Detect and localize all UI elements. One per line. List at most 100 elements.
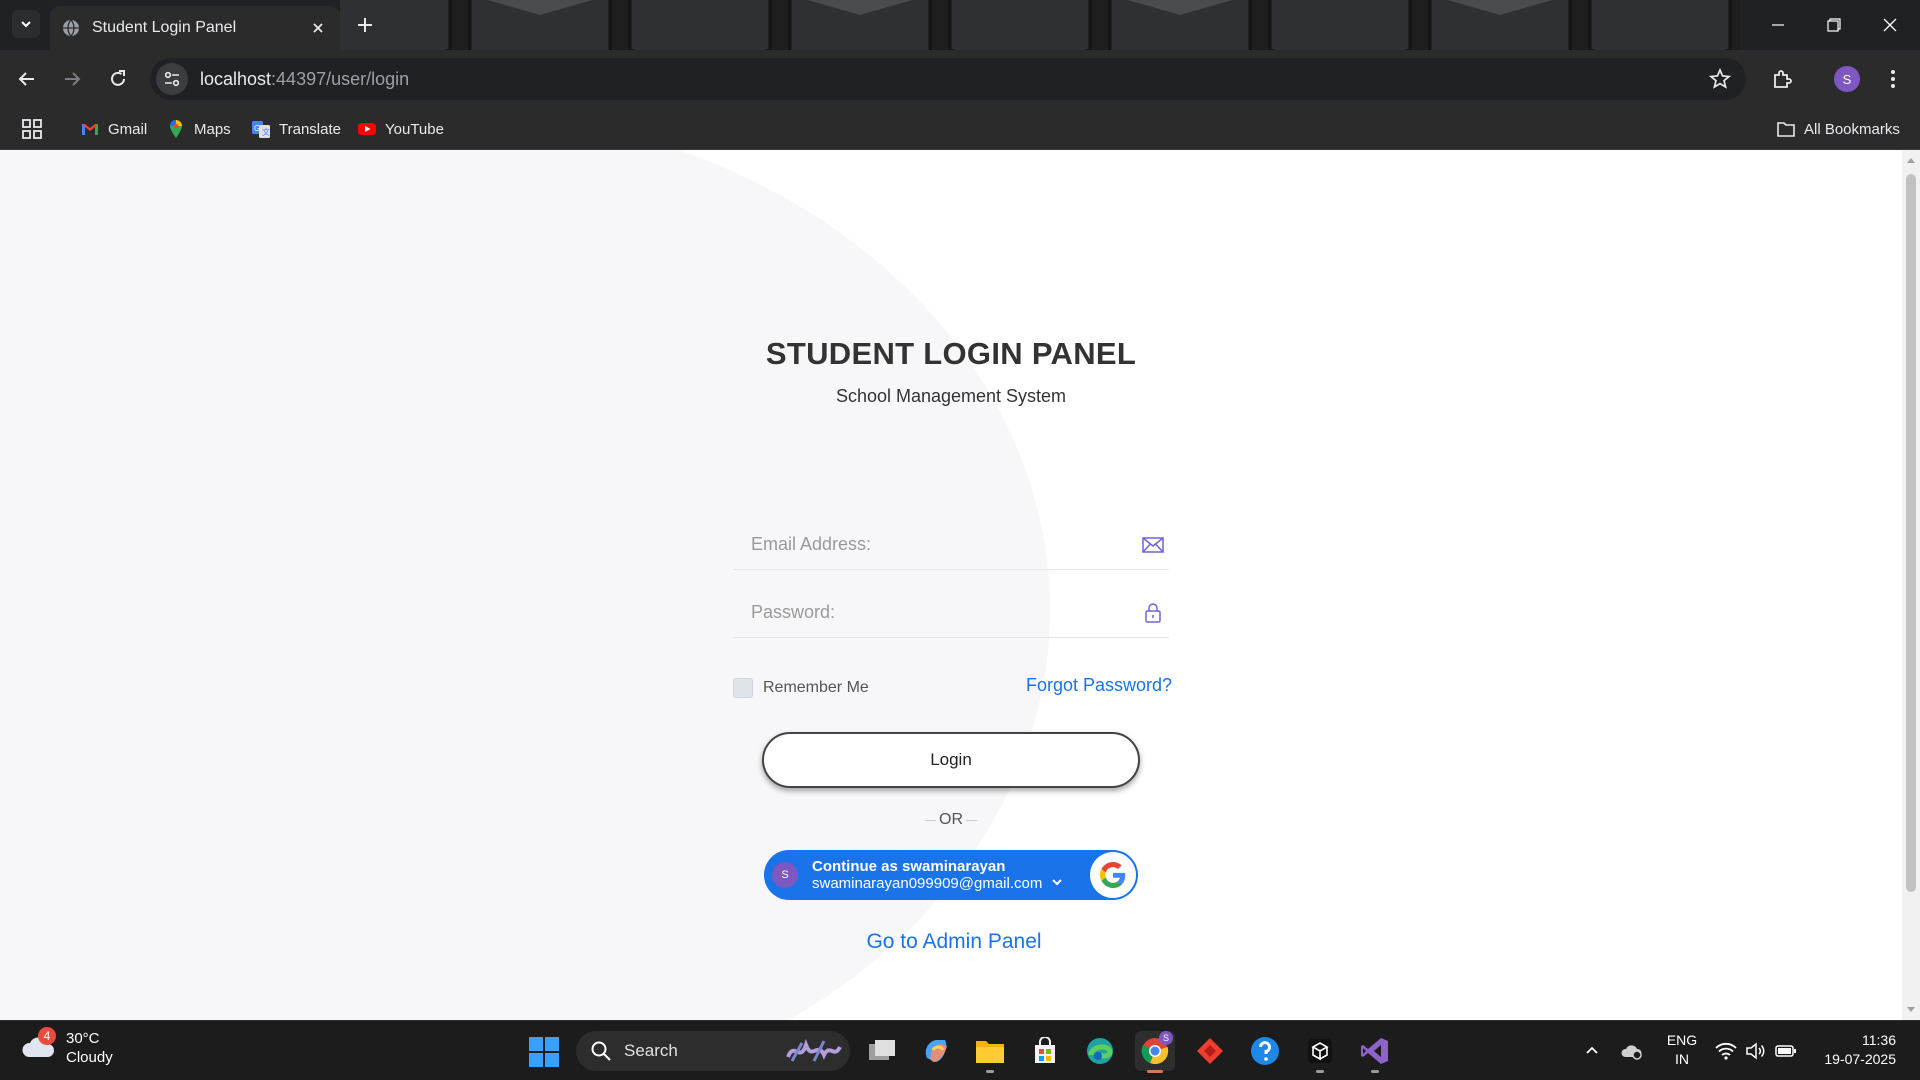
login-button[interactable]: Login: [762, 732, 1140, 788]
google-avatar: S: [772, 862, 798, 888]
edge-app[interactable]: [1080, 1031, 1120, 1071]
google-continue-label: Continue as swaminarayan: [812, 858, 1006, 875]
remember-me-row: Remember Me: [733, 678, 869, 698]
chevron-up-icon: [1586, 1046, 1598, 1054]
star-icon: [1708, 67, 1732, 89]
lock-icon: [1145, 603, 1161, 623]
bookmark-youtube[interactable]: YouTube: [357, 117, 444, 141]
store-icon: [1035, 1037, 1055, 1063]
help-app[interactable]: [1245, 1031, 1285, 1071]
close-icon: [1883, 18, 1897, 32]
volume-tray[interactable]: [1742, 1037, 1770, 1065]
address-bar[interactable]: localhost:44397/user/login: [150, 58, 1746, 100]
scroll-up-icon[interactable]: [1905, 154, 1917, 166]
forgot-password-link[interactable]: Forgot Password?: [1026, 675, 1172, 696]
url-path: :44397/user/login: [271, 68, 410, 89]
back-button[interactable]: [11, 63, 43, 95]
email-field[interactable]: [733, 522, 1113, 566]
scroll-thumb[interactable]: [1906, 174, 1916, 892]
google-account-info: Continue as swaminarayan swaminarayan099…: [812, 858, 1042, 892]
chevron-down-icon[interactable]: [1050, 875, 1064, 889]
admin-panel-link[interactable]: Go to Admin Panel: [0, 930, 1902, 954]
extensions-button[interactable]: [1766, 63, 1798, 95]
profile-button[interactable]: S: [1831, 63, 1863, 95]
restore-button[interactable]: [1806, 0, 1862, 50]
system-clock[interactable]: 11:36 19-07-2025: [1812, 1031, 1896, 1069]
arrow-right-icon: [65, 72, 81, 86]
bookmark-gmail[interactable]: Gmail: [80, 117, 147, 141]
wifi-tray[interactable]: [1712, 1037, 1740, 1065]
apps-button[interactable]: [22, 117, 42, 141]
search-label: Search: [624, 1041, 678, 1060]
windows-start-icon[interactable]: [528, 1036, 560, 1068]
envelope-icon: [1142, 537, 1164, 553]
copilot-icon: [925, 1040, 947, 1062]
forward-button[interactable]: [56, 63, 88, 95]
bookmark-translate[interactable]: G文 Translate: [251, 117, 341, 141]
google-signin-button[interactable]: S Continue as swaminarayan swaminarayan0…: [764, 850, 1138, 900]
new-tab-button[interactable]: [352, 12, 378, 38]
language-code: ENG: [1666, 1032, 1698, 1048]
chevron-down-icon: [21, 21, 31, 28]
all-bookmarks-button[interactable]: All Bookmarks: [1776, 117, 1900, 141]
apps-grid-icon: [22, 119, 42, 139]
language-indicator[interactable]: ENG IN: [1660, 1031, 1704, 1069]
running-indicator: [986, 1070, 994, 1073]
bookmark-maps[interactable]: Maps: [166, 117, 231, 141]
region-code: IN: [1675, 1051, 1689, 1067]
close-window-button[interactable]: [1862, 0, 1918, 50]
battery-tray[interactable]: [1772, 1037, 1800, 1065]
terminal-app[interactable]: [1300, 1031, 1340, 1073]
copilot-app[interactable]: [916, 1031, 956, 1071]
file-explorer-app[interactable]: [970, 1031, 1010, 1073]
plus-icon: [358, 18, 372, 32]
folder-icon: [1777, 122, 1795, 137]
weather-text: 30°C Cloudy: [66, 1029, 113, 1067]
tab-student-login[interactable]: Student Login Panel: [50, 6, 340, 50]
folder-icon: [976, 1041, 1004, 1063]
running-indicator: [1371, 1070, 1379, 1073]
weather-badge: 4: [38, 1027, 56, 1045]
active-indicator: [1147, 1070, 1163, 1073]
puzzle-icon: [1774, 70, 1792, 88]
tune-icon: [164, 71, 180, 87]
visual-studio-app[interactable]: [1355, 1031, 1395, 1073]
box-app-icon: [1308, 1039, 1332, 1063]
reload-button[interactable]: [102, 63, 134, 95]
anydesk-app[interactable]: [1190, 1031, 1230, 1071]
email-field-wrapper: [733, 522, 1169, 570]
svg-text:G: G: [254, 124, 260, 133]
site-info-button[interactable]: [156, 63, 188, 95]
help-icon: [1251, 1037, 1279, 1065]
ms-store-app[interactable]: [1025, 1031, 1065, 1071]
arrow-left-icon: [18, 72, 34, 86]
url-text[interactable]: localhost:44397/user/login: [200, 69, 409, 90]
tab-title: Student Login Panel: [92, 19, 237, 36]
volume-icon: [1746, 1042, 1765, 1060]
task-view-button[interactable]: [862, 1031, 902, 1071]
page-title: STUDENT LOGIN PANEL: [765, 336, 1137, 371]
divider-line: [925, 819, 936, 821]
page-scrollbar[interactable]: [1902, 150, 1920, 1020]
edge-icon: [1087, 1038, 1113, 1064]
tab-close-button[interactable]: [308, 18, 328, 38]
tray-overflow-button[interactable]: [1578, 1037, 1606, 1065]
onedrive-tray[interactable]: [1618, 1037, 1646, 1065]
minimize-button[interactable]: [1750, 0, 1806, 50]
cloud-icon: 4: [20, 1027, 58, 1067]
remember-me-checkbox[interactable]: [733, 678, 753, 698]
page-subtitle: School Management System: [835, 386, 1067, 406]
bookmark-star-button[interactable]: [1708, 67, 1732, 91]
weather-widget[interactable]: 4 30°C Cloudy: [20, 1027, 113, 1067]
taskbar-search[interactable]: Search: [576, 1031, 850, 1071]
youtube-icon: [358, 123, 376, 135]
reload-icon: [111, 70, 125, 86]
bookmark-label: Maps: [194, 120, 231, 138]
scroll-down-icon[interactable]: [1905, 1004, 1917, 1016]
password-field[interactable]: [733, 590, 1113, 634]
tab-search-button[interactable]: [12, 10, 40, 38]
visual-studio-icon: [1361, 1038, 1388, 1064]
bookmark-label: Gmail: [108, 120, 148, 138]
chrome-app[interactable]: S: [1135, 1031, 1175, 1073]
menu-button[interactable]: [1877, 63, 1909, 95]
